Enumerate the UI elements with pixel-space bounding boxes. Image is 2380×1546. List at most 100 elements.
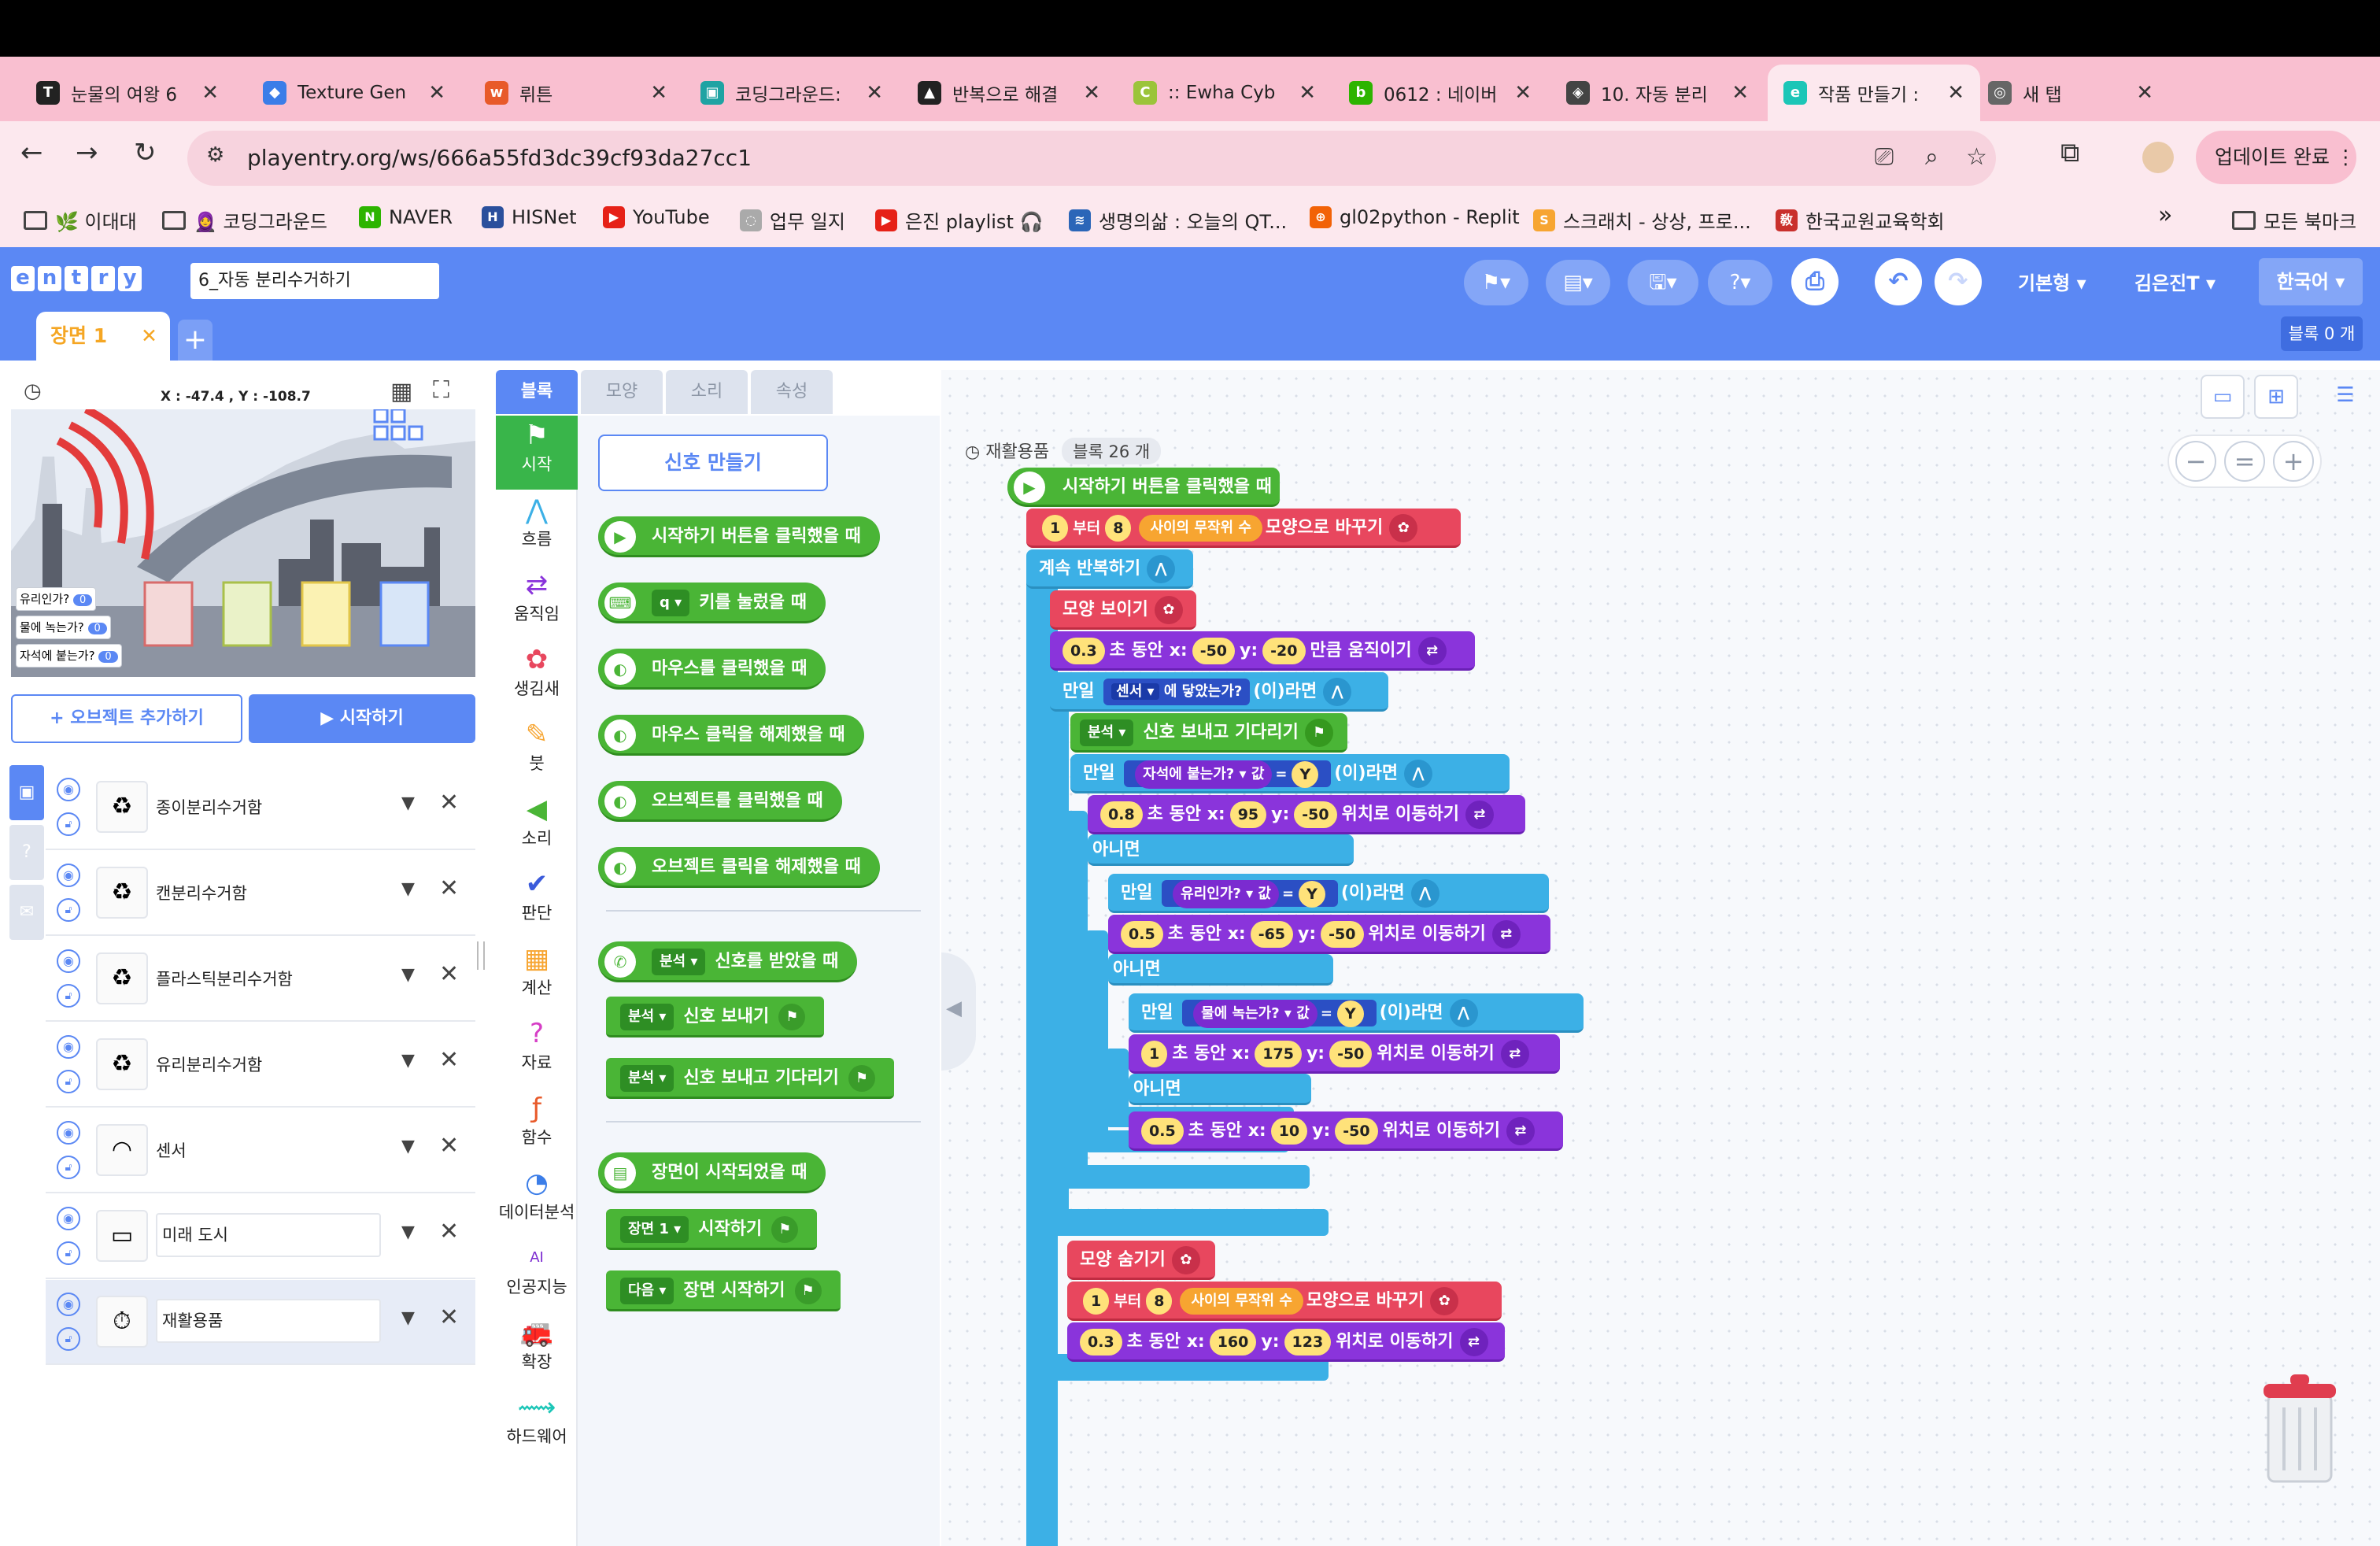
chevron-down-icon[interactable]: ▼ (401, 1137, 415, 1156)
zoom-reset-button[interactable]: = (2224, 441, 2265, 482)
palette-block-signal-send-wait[interactable]: 분석 ▾ 신호 보내고 기다리기 ⚑ (606, 1058, 894, 1099)
object-row[interactable]: ◉ 🔓︎ ♻ 플라스틱분리수거함 ▼ ✕ (46, 937, 475, 1022)
object-name[interactable]: 재활용품 (156, 1299, 381, 1343)
script-workspace[interactable]: ◀ ◷ 재활용품 블록 26 개 ▭ ⊞ ☰ − = + ▶ 시작하기 버튼을 클릭… (941, 370, 2380, 1546)
browser-tab[interactable]: e 작품 만들기 : ✕ (1768, 65, 1980, 121)
input-seconds[interactable]: 0.5 (1141, 1118, 1184, 1145)
site-info-icon[interactable]: ⚙ (206, 143, 224, 167)
palette-block-start-click[interactable]: ▶ 시작하기 버튼을 클릭했을 때 (598, 516, 880, 557)
back-icon[interactable]: ← (20, 137, 43, 168)
category-7[interactable]: ▦ 계산 (496, 939, 578, 1013)
eye-icon[interactable]: ◉ (57, 778, 80, 801)
close-tab-icon[interactable]: ✕ (1514, 81, 1532, 105)
input-x[interactable]: 160 (1209, 1329, 1257, 1356)
eye-icon[interactable]: ◉ (57, 864, 80, 887)
help-icon[interactable]: ? (9, 825, 44, 880)
variable-value[interactable]: 유리인가? ▾ 값 (1173, 880, 1279, 908)
sensor-dropdown[interactable]: 센서 ▾ (1111, 683, 1159, 700)
fullscreen-icon[interactable]: ⛶ (433, 376, 449, 404)
input-min[interactable]: 1 (1042, 515, 1069, 542)
reload-icon[interactable]: ↻ (134, 137, 157, 168)
touching-condition[interactable]: 센서 ▾ 에 닿았는가? (1103, 679, 1251, 705)
help-menu-icon[interactable]: ?▾ (1708, 260, 1772, 305)
input-compare[interactable]: Y (1292, 761, 1319, 788)
object-name[interactable]: 미래 도시 (156, 1213, 381, 1257)
url-omnibox[interactable]: ⚙ playentry.org/ws/666a55fd3dc39cf93da27… (187, 131, 1996, 186)
browser-tab[interactable]: b 0612 : 네이버 ✕ (1333, 65, 1547, 121)
palette-block-signal-send[interactable]: 분석 ▾ 신호 보내기 ⚑ (606, 997, 825, 1037)
mode-menu[interactable]: 기본형 ▾ (2018, 268, 2086, 295)
storage-icon[interactable]: ☰ (2323, 375, 2367, 419)
variable-dropdown[interactable]: 유리인가? ▾ (1181, 886, 1253, 902)
palette-block-object-release[interactable]: ◐ 오브젝트 클릭을 해제했을 때 (598, 847, 880, 888)
chevron-down-icon[interactable]: ▼ (401, 1222, 415, 1242)
input-x[interactable]: -65 (1250, 921, 1294, 948)
stage-variable[interactable]: 유리인가? 0 (16, 587, 97, 611)
chevron-down-icon[interactable]: ▼ (401, 965, 415, 985)
lock-icon[interactable]: 🔓︎ (57, 1241, 80, 1265)
trash-can-icon[interactable] (2260, 1370, 2339, 1488)
variable-value[interactable]: 물에 녹는가? ▾ 값 (1193, 1000, 1318, 1028)
variable-value[interactable]: 자석에 붙는가? ▾ 값 (1135, 760, 1273, 789)
close-tab-icon[interactable]: ✕ (201, 81, 219, 105)
delete-object-icon[interactable]: ✕ (439, 875, 459, 902)
category-11[interactable]: AI 인공지능 (496, 1238, 578, 1312)
object-row[interactable]: ◉ 🔓︎ ♻ 종이분리수거함 ▼ ✕ (46, 765, 475, 850)
bookmark-star-icon[interactable]: ☆ (1966, 143, 1987, 171)
browser-tab[interactable]: ▣ 코딩그라운드: ✕ (685, 65, 899, 121)
add-object-button[interactable]: + 오브젝트 추가하기 (11, 694, 242, 743)
category-3[interactable]: ✿ 생김새 (496, 640, 578, 714)
input-x[interactable]: 175 (1255, 1041, 1302, 1067)
comment-icon[interactable]: ▭ (2201, 375, 2245, 419)
eye-icon[interactable]: ◉ (57, 1207, 80, 1230)
equals-condition[interactable]: 유리인가? ▾ 값 = Y (1162, 880, 1338, 908)
eye-icon[interactable]: ◉ (57, 1293, 80, 1316)
update-button[interactable]: 업데이트 완료 ⋮ (2196, 131, 2356, 184)
delete-object-icon[interactable]: ✕ (439, 1304, 459, 1331)
zoom-in-button[interactable]: + (2273, 441, 2314, 482)
bookmark-item[interactable]: 🌿 이대대 (24, 206, 137, 234)
chevron-down-icon[interactable]: ▼ (401, 793, 415, 813)
palette-block-mouse-click[interactable]: ◐ 마우스를 클릭했을 때 (598, 649, 826, 690)
bookmark-item[interactable]: S 스크래치 - 상상, 프로... (1533, 206, 1751, 234)
category-6[interactable]: ✔ 판단 (496, 864, 578, 938)
input-y[interactable]: -50 (1335, 1118, 1378, 1145)
move-to-block-5[interactable]: 0.3 초 동안 x: 160 y: 123 위치로 이동하기 ⇄ (1067, 1322, 1505, 1362)
if-magnet-block[interactable]: 만일 자석에 붙는가? ▾ 값 = Y (이)라면 ⋀ (1070, 754, 1510, 793)
stage-variable[interactable]: 자석에 붙는가? 0 (16, 644, 122, 668)
bookmark-item[interactable]: ⊕ gl02python - Replit (1310, 206, 1520, 228)
bookmark-item[interactable]: N NAVER (359, 206, 453, 228)
object-row[interactable]: ◉ 🔓︎ ▭ 미래 도시 ▼ ✕ (46, 1194, 475, 1279)
move-to-block-4[interactable]: 0.5 초 동안 x: 10 y: -50 위치로 이동하기 ⇄ (1129, 1111, 1563, 1151)
equals-condition[interactable]: 자석에 붙는가? ▾ 값 = Y (1124, 760, 1332, 789)
lock-icon[interactable]: 🔓︎ (57, 898, 80, 922)
bookmark-item[interactable]: ▶ YouTube (603, 206, 710, 228)
print-icon[interactable]: ⎙ (1791, 258, 1839, 305)
save-menu-icon[interactable]: 🖫▾ (1628, 260, 1698, 305)
bookmark-item[interactable]: 敎 한국교원교육학회 (1776, 206, 1945, 234)
if-glass-block[interactable]: 만일 유리인가? ▾ 값 = Y (이)라면 ⋀ (1108, 874, 1549, 913)
mode-toggle-icon[interactable]: ⚑▾ (1464, 260, 1528, 305)
input-compare[interactable]: Y (1336, 1000, 1364, 1027)
add-comment-icon[interactable]: ⊞ (2254, 375, 2298, 419)
browser-tab[interactable]: ◈ 10. 자동 분리 ✕ (1550, 65, 1765, 121)
object-row[interactable]: ◉ 🔓︎ ♻ 캔분리수거함 ▼ ✕ (46, 851, 475, 936)
close-tab-icon[interactable]: ✕ (1947, 81, 1964, 105)
undo-icon[interactable]: ↶ (1875, 258, 1922, 305)
input-compare[interactable]: Y (1299, 881, 1325, 908)
category-2[interactable]: ⇄ 움직임 (496, 565, 578, 639)
when-start-clicked-block[interactable]: ▶ 시작하기 버튼을 클릭했을 때 (1007, 468, 1280, 507)
signal-dropdown[interactable]: 분석 ▾ (652, 949, 706, 975)
delete-object-icon[interactable]: ✕ (439, 1132, 459, 1160)
forward-icon[interactable]: → (76, 137, 98, 168)
input-seconds[interactable]: 0.3 (1080, 1329, 1122, 1356)
palette-tab[interactable]: 블록 (496, 370, 578, 414)
if-touching-block[interactable]: 만일 센서 ▾ 에 닿았는가? (이)라면 ⋀ (1050, 672, 1388, 712)
bookmark-item[interactable]: 🧕 코딩그라운드 (162, 206, 327, 234)
message-icon[interactable]: ✉ (9, 885, 44, 940)
close-tab-icon[interactable]: ✕ (1299, 81, 1316, 105)
eye-icon[interactable]: ◉ (57, 949, 80, 973)
palette-block-scene-start[interactable]: ▤ 장면이 시작되었을 때 (598, 1152, 826, 1193)
file-menu-icon[interactable]: ▤▾ (1546, 260, 1610, 305)
stage-variable[interactable]: 물에 녹는가? 0 (16, 616, 111, 639)
